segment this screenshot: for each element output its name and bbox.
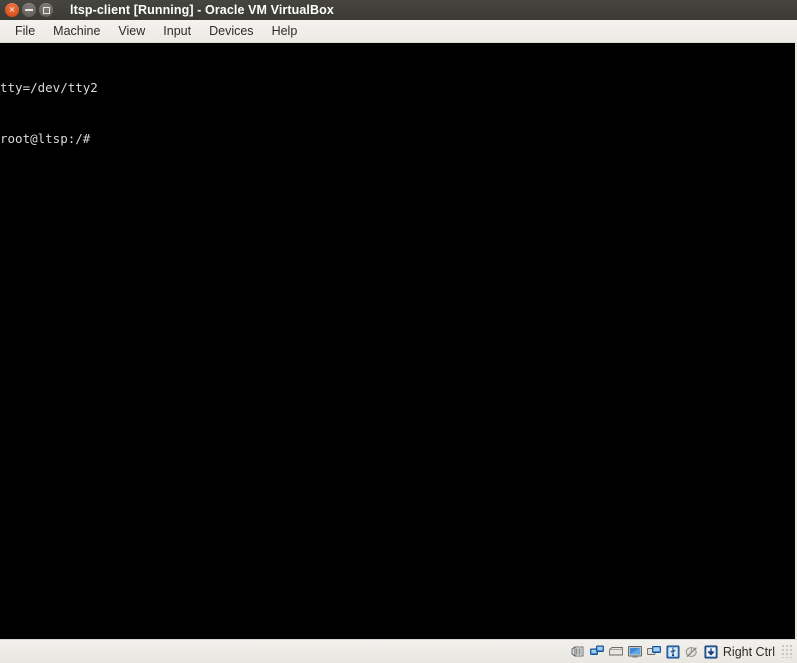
console-line: root@ltsp:/# <box>0 131 91 146</box>
virtualbox-vm-window: × ltsp-client [Running] - Oracle VM Virt… <box>0 0 797 663</box>
resize-grip[interactable] <box>780 645 793 658</box>
maximize-button[interactable] <box>39 3 53 17</box>
removable-media-icon[interactable] <box>608 644 624 660</box>
menu-item-input[interactable]: Input <box>154 22 200 40</box>
status-indicator-group <box>570 644 719 660</box>
host-key-icon[interactable] <box>703 644 719 660</box>
menu-item-help[interactable]: Help <box>263 22 307 40</box>
close-button[interactable]: × <box>5 3 19 17</box>
window-titlebar: × ltsp-client [Running] - Oracle VM Virt… <box>0 0 797 20</box>
menubar: File Machine View Input Devices Help <box>0 20 797 43</box>
display-icon[interactable] <box>627 644 643 660</box>
menu-item-devices[interactable]: Devices <box>200 22 262 40</box>
window-title: ltsp-client [Running] - Oracle VM Virtua… <box>70 3 334 17</box>
statusbar: Right Ctrl <box>0 639 797 663</box>
network-icon[interactable] <box>589 644 605 660</box>
console-line: tty=/dev/tty2 <box>0 80 98 95</box>
host-key-label: Right Ctrl <box>722 644 775 659</box>
menu-item-view[interactable]: View <box>109 22 154 40</box>
close-icon: × <box>8 5 16 14</box>
shared-folders-icon[interactable] <box>646 644 662 660</box>
minimize-button[interactable] <box>22 3 36 17</box>
hard-disk-icon[interactable] <box>570 644 586 660</box>
maximize-icon <box>39 3 53 17</box>
minimize-icon <box>22 3 36 17</box>
window-controls: × <box>0 3 53 17</box>
menu-item-machine[interactable]: Machine <box>44 22 109 40</box>
usb-icon[interactable] <box>665 644 681 660</box>
menu-item-file[interactable]: File <box>6 22 44 40</box>
mouse-icon[interactable] <box>684 644 700 660</box>
guest-screen[interactable]: tty=/dev/tty2 root@ltsp:/# <box>0 43 797 639</box>
guest-console-output: tty=/dev/tty2 root@ltsp:/# <box>0 43 98 181</box>
